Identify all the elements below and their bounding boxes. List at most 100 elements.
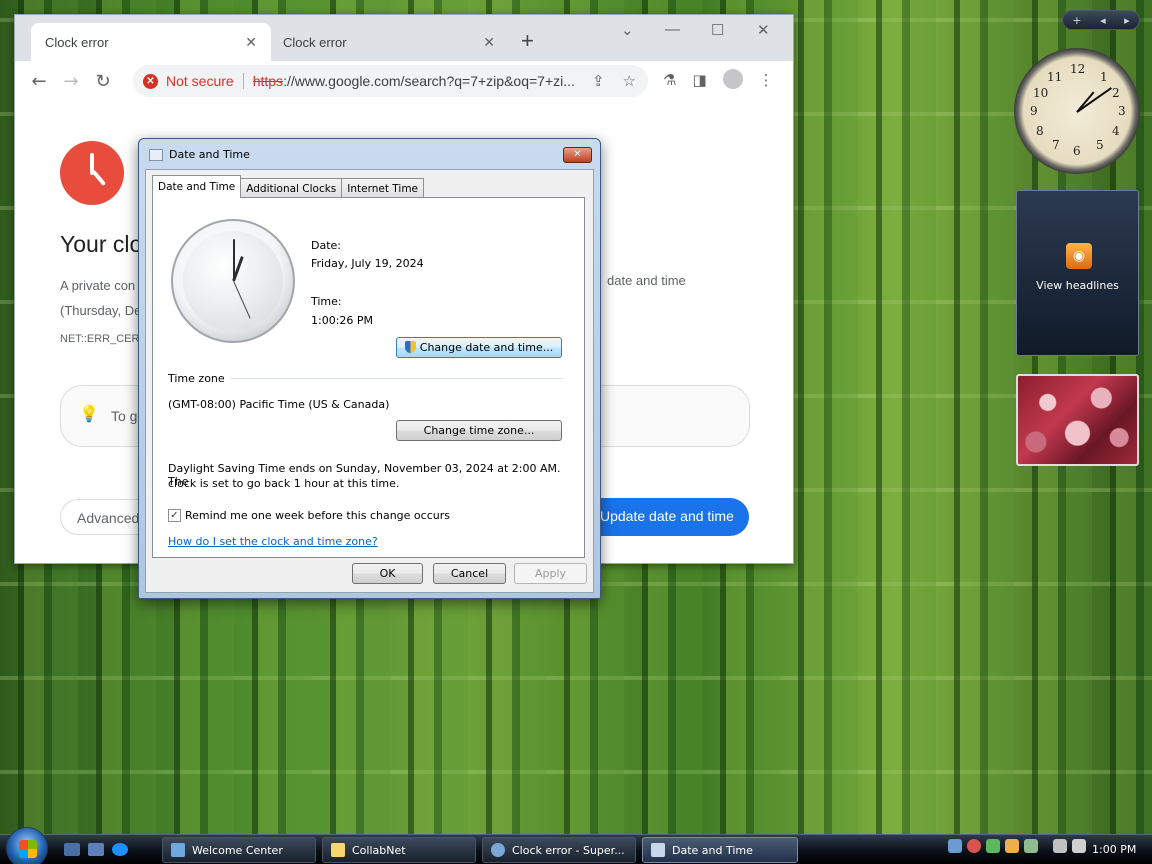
lightbulb-icon: 💡 [79, 404, 99, 423]
not-secure-icon[interactable]: ✕ [143, 73, 158, 89]
change-time-zone-button[interactable]: Change time zone... [396, 420, 562, 441]
collabnet-icon [331, 843, 345, 857]
clock-error-icon [60, 141, 124, 205]
browser-toolbar: ← → ↻ ✕ Not secure https://www.google.co… [15, 61, 793, 101]
bookmark-star-icon[interactable]: ☆ [623, 72, 636, 90]
tab-internet-time[interactable]: Internet Time [341, 178, 425, 198]
date-time-dialog: Date and Time ✕ Date and Time Additional… [138, 138, 601, 599]
gadget-minute-hand [1076, 87, 1112, 113]
tab-search-icon[interactable]: ⌄ [621, 21, 634, 39]
time-label: Time: [311, 295, 342, 308]
suggestion-text: To g [111, 408, 138, 424]
remind-checkbox-label[interactable]: Remind me one week before this change oc… [185, 509, 450, 522]
internet-explorer-icon[interactable] [112, 843, 128, 856]
clock-number: 4 [1112, 124, 1120, 138]
dialog-tabs: Date and Time Additional Clocks Internet… [152, 175, 425, 198]
slideshow-gadget[interactable] [1016, 374, 1139, 466]
update-icon[interactable] [986, 839, 1000, 853]
clock-number: 12 [1070, 62, 1086, 76]
start-button-icon[interactable] [6, 827, 48, 864]
time-zone-value: (GMT-08:00) Pacific Time (US & Canada) [168, 398, 390, 411]
clock-number: 1 [1100, 70, 1108, 84]
date-label: Date: [311, 239, 341, 252]
profile-avatar-icon[interactable] [722, 69, 743, 89]
browser-icon [491, 843, 505, 857]
tray-app-icon[interactable] [1024, 839, 1038, 853]
ok-button[interactable]: OK [352, 563, 423, 584]
taskbar: Welcome Center CollabNet Clock error - S… [0, 827, 1152, 864]
switch-windows-icon[interactable] [88, 843, 104, 856]
tab-clock-error-2[interactable]: Clock error ✕ [269, 23, 509, 61]
taskbar-item-label: Clock error - Super... [512, 843, 625, 857]
address-bar[interactable]: ✕ Not secure https://www.google.com/sear… [133, 65, 648, 97]
view-headlines-label[interactable]: View headlines [1017, 279, 1138, 292]
dialog-close-icon[interactable]: ✕ [563, 147, 592, 163]
close-tab-icon[interactable]: ✕ [245, 34, 257, 51]
date-time-app-icon [651, 843, 665, 857]
taskbar-clock[interactable]: 1:00 PM [1092, 843, 1136, 856]
rss-icon: ◉ [1066, 243, 1092, 269]
clock-number: 10 [1033, 86, 1049, 100]
divider [231, 378, 563, 379]
security-label[interactable]: Not secure [166, 73, 234, 89]
time-value: 1:00:26 PM [311, 314, 374, 327]
clock-number: 2 [1112, 86, 1120, 100]
taskbar-item-clock-error[interactable]: Clock error - Super... [482, 837, 636, 863]
security-alert-icon[interactable] [967, 839, 981, 853]
minimize-icon[interactable]: — [665, 21, 680, 38]
network-connection-icon[interactable] [1053, 839, 1067, 853]
divider [242, 73, 244, 89]
tray-app-icon[interactable] [1005, 839, 1019, 853]
remind-checkbox[interactable]: ✓ [168, 509, 181, 522]
tab-date-and-time[interactable]: Date and Time [152, 175, 242, 198]
taskbar-item-date-and-time[interactable]: Date and Time [642, 837, 798, 863]
add-gadget-icon[interactable]: + [1072, 14, 1081, 27]
change-date-time-button[interactable]: Change date and time... [396, 337, 562, 358]
uac-shield-icon [404, 341, 416, 353]
back-icon[interactable]: ← [23, 71, 55, 92]
help-link[interactable]: How do I set the clock and time zone? [168, 535, 378, 548]
clock-number: 8 [1036, 124, 1044, 138]
next-icon[interactable]: ▸ [1124, 14, 1130, 27]
date-time-panel: Date: Friday, July 19, 2024 Time: 1:00:2… [152, 197, 585, 558]
taskbar-item-label: Welcome Center [192, 843, 283, 857]
maximize-icon[interactable]: ☐ [711, 21, 724, 39]
dialog-body: Date and Time Additional Clocks Internet… [145, 169, 594, 593]
reload-icon[interactable]: ↻ [87, 71, 119, 92]
clock-number: 3 [1118, 104, 1126, 118]
tab-additional-clocks[interactable]: Additional Clocks [240, 178, 343, 198]
feed-headlines-gadget[interactable]: ◉ View headlines [1016, 190, 1139, 356]
previous-icon[interactable]: ◂ [1100, 14, 1106, 27]
forward-icon[interactable]: → [55, 71, 87, 92]
volume-muted-icon[interactable] [1072, 839, 1086, 853]
menu-kebab-icon[interactable]: ⋮ [759, 71, 774, 91]
tab-clock-error-1[interactable]: Clock error ✕ [31, 23, 271, 61]
tab-strip: Clock error ✕ Clock error ✕ + ⌄ — ☐ ✕ [15, 15, 793, 61]
side-panel-icon[interactable]: ◨ [692, 71, 706, 91]
update-date-time-button[interactable]: Update date and time [575, 498, 749, 536]
network-icon[interactable] [948, 839, 962, 853]
close-tab-icon[interactable]: ✕ [483, 34, 495, 51]
new-tab-icon[interactable]: + [521, 28, 534, 54]
second-hand [233, 280, 251, 319]
dialog-titlebar[interactable]: Date and Time [149, 148, 250, 161]
time-zone-heading: Time zone [168, 372, 225, 385]
show-desktop-icon[interactable] [64, 843, 80, 856]
taskbar-item-label: CollabNet [352, 843, 406, 857]
apply-button[interactable]: Apply [514, 563, 587, 584]
close-window-icon[interactable]: ✕ [757, 21, 770, 39]
taskbar-item-collabnet[interactable]: CollabNet [322, 837, 476, 863]
sidebar-controls[interactable]: + ◂ ▸ [1062, 10, 1140, 30]
clock-number: 7 [1052, 138, 1060, 152]
clock-gadget[interactable]: 12 1 2 3 4 5 6 7 8 9 10 11 [1014, 48, 1140, 174]
url-text[interactable]: https://www.google.com/search?q=7+zip&oq… [253, 73, 583, 89]
share-icon[interactable]: ⇪ [592, 72, 605, 90]
clock-number: 9 [1030, 104, 1038, 118]
clock-number: 11 [1047, 70, 1063, 84]
extension-icon[interactable]: ⚗ [663, 71, 676, 91]
error-description-right: date and time [607, 273, 686, 288]
taskbar-item-welcome-center[interactable]: Welcome Center [162, 837, 316, 863]
tab-title: Clock error [45, 34, 109, 50]
cancel-button[interactable]: Cancel [433, 563, 506, 584]
minute-hand [233, 239, 235, 281]
